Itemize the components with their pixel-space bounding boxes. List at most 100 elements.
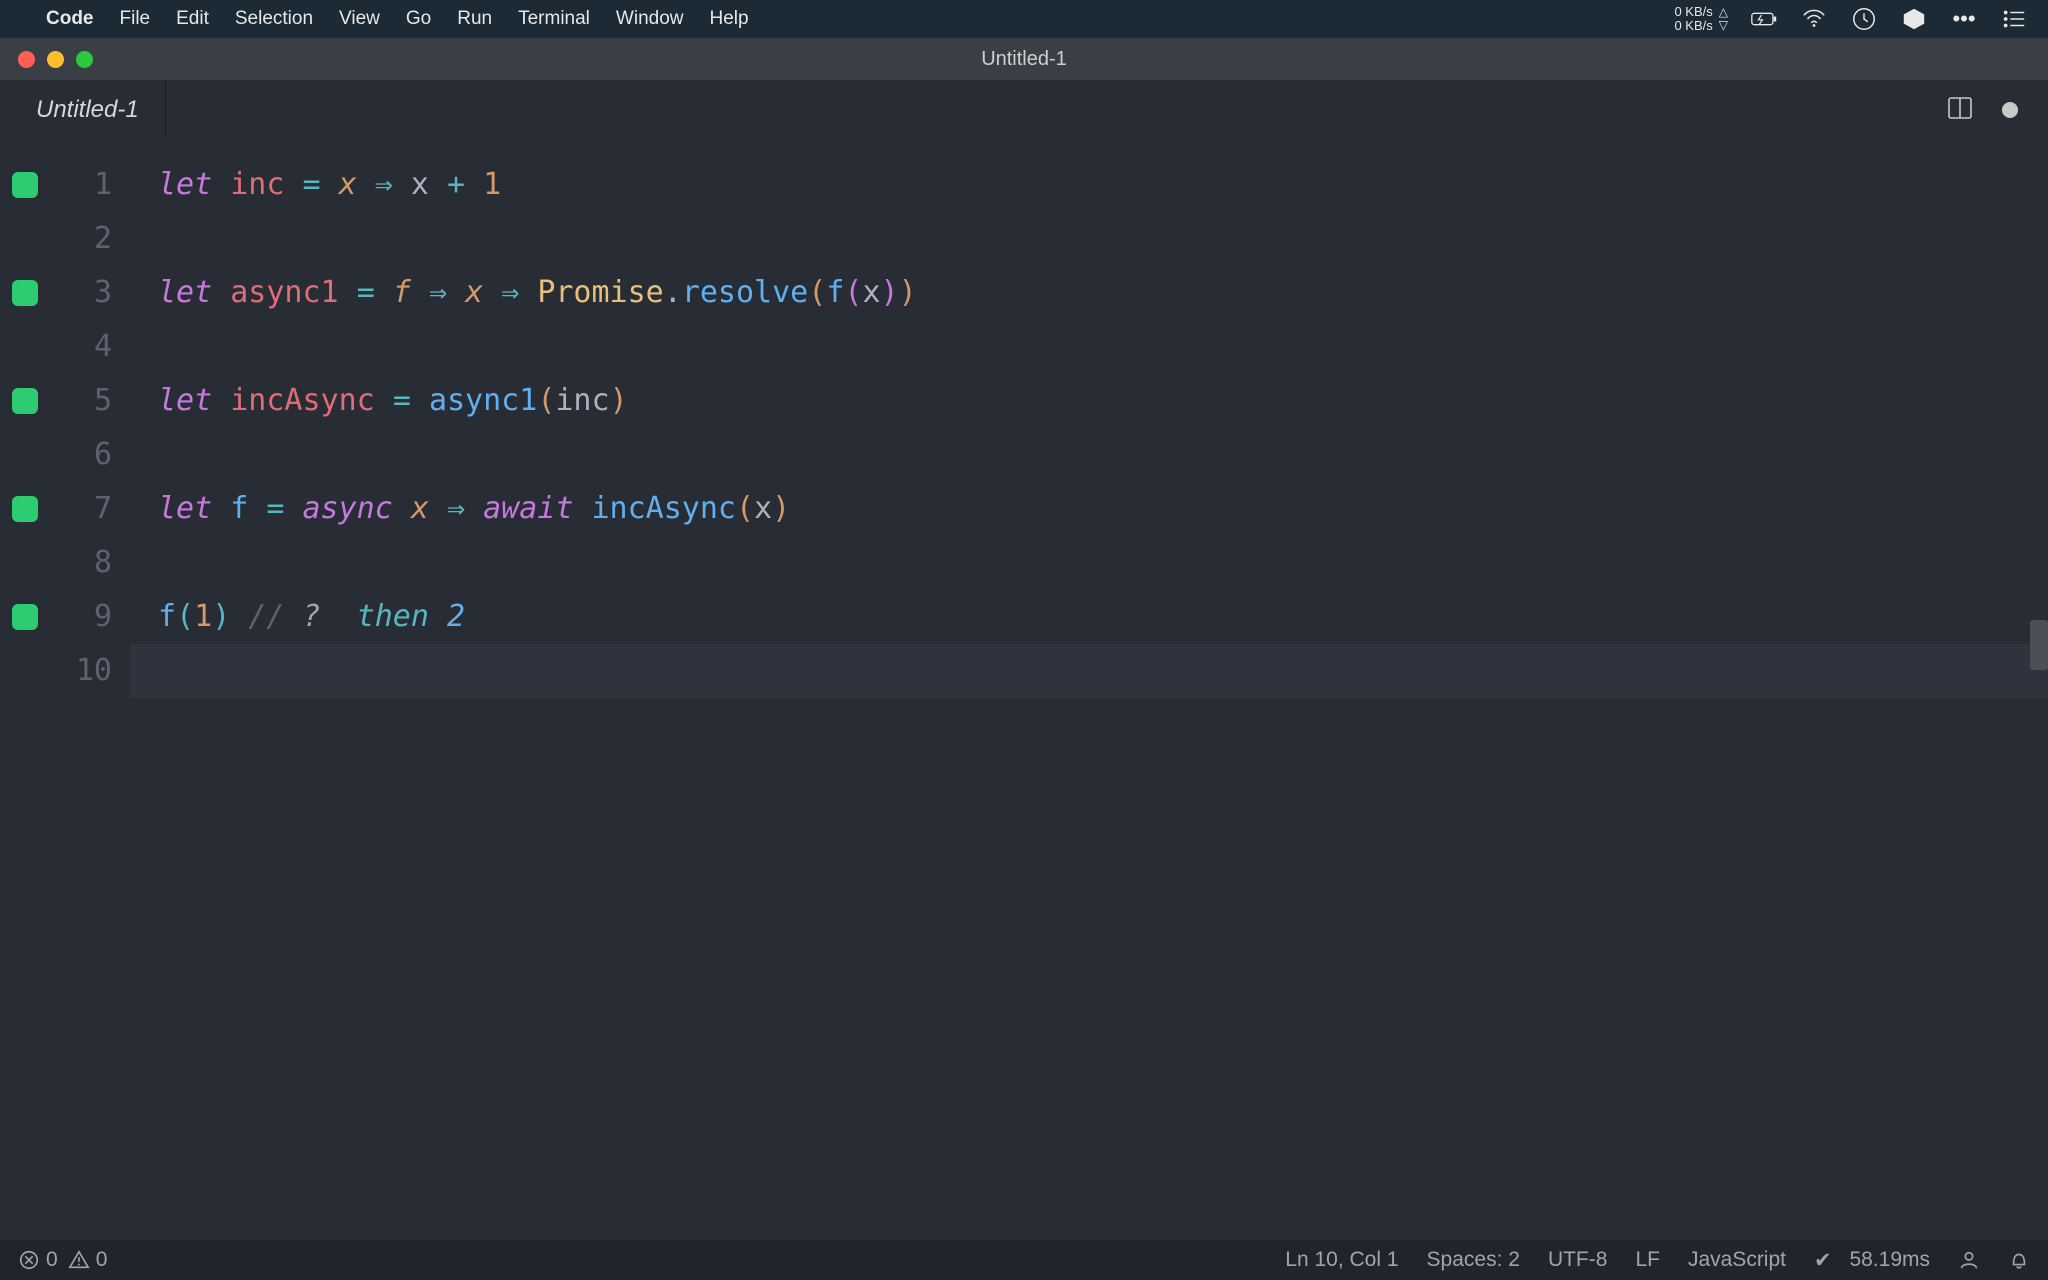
gutter-marks bbox=[0, 140, 50, 1240]
token-quokka-num: 2 bbox=[447, 599, 465, 634]
token-param: x bbox=[339, 167, 357, 202]
ellipsis-icon[interactable]: ••• bbox=[1950, 5, 1978, 33]
token-func: incAsync bbox=[592, 491, 737, 526]
token-param: x bbox=[465, 275, 483, 310]
code-line[interactable]: let inc = x ⇒ x + 1 bbox=[130, 158, 2048, 212]
token-num: 1 bbox=[483, 167, 501, 202]
tab-dirty-indicator[interactable] bbox=[2002, 102, 2018, 118]
gutter-mark bbox=[0, 212, 50, 266]
status-errors[interactable]: 0 bbox=[18, 1248, 58, 1272]
menubar-item-view[interactable]: View bbox=[339, 8, 380, 30]
status-language[interactable]: JavaScript bbox=[1688, 1248, 1786, 1272]
gutter-mark bbox=[0, 536, 50, 590]
menubar-item-go[interactable]: Go bbox=[406, 8, 431, 30]
menubar-item-selection[interactable]: Selection bbox=[235, 8, 313, 30]
line-number: 9 bbox=[50, 590, 112, 644]
token-paren: ) bbox=[610, 383, 628, 418]
token-op: ⇒ bbox=[429, 275, 447, 310]
token-func: f bbox=[230, 491, 248, 526]
window-title: Untitled-1 bbox=[0, 48, 2048, 71]
code-line[interactable] bbox=[130, 428, 2048, 482]
split-editor-icon[interactable] bbox=[1946, 94, 1974, 127]
token-op: ⇒ bbox=[501, 275, 519, 310]
token-param: f bbox=[393, 275, 411, 310]
status-errors-count: 0 bbox=[46, 1248, 58, 1272]
menubar-item-terminal[interactable]: Terminal bbox=[518, 8, 590, 30]
statusbar: 0 0 Ln 10, Col 1 Spaces: 2 UTF-8 LF Java… bbox=[0, 1240, 2048, 1280]
tab-label: Untitled-1 bbox=[36, 96, 139, 124]
quokka-cover-icon bbox=[12, 388, 38, 414]
line-number: 3 bbox=[50, 266, 112, 320]
gutter-mark bbox=[0, 482, 50, 536]
gutter-mark bbox=[0, 644, 50, 698]
token-punct: . bbox=[664, 275, 682, 310]
editor[interactable]: 12345678910 let inc = x ⇒ x + 1let async… bbox=[0, 140, 2048, 1240]
code-line[interactable]: let incAsync = async1(inc) bbox=[130, 374, 2048, 428]
line-number: 8 bbox=[50, 536, 112, 590]
token-kw: let bbox=[158, 383, 212, 418]
net-down: 0 KB/s bbox=[1674, 19, 1712, 33]
code-area[interactable]: let inc = x ⇒ x + 1let async1 = f ⇒ x ⇒ … bbox=[130, 140, 2048, 1240]
window-titlebar: Untitled-1 bbox=[0, 38, 2048, 80]
code-line[interactable]: f(1) // ? then 2 bbox=[130, 590, 2048, 644]
token-op: = bbox=[303, 167, 321, 202]
status-spaces[interactable]: Spaces: 2 bbox=[1427, 1248, 1520, 1272]
token-kw: let bbox=[158, 275, 212, 310]
token-paren3: ) bbox=[212, 599, 230, 634]
token-paren2: ( bbox=[844, 275, 862, 310]
token-paren: ( bbox=[808, 275, 826, 310]
line-number: 10 bbox=[50, 644, 112, 698]
gutter-mark bbox=[0, 428, 50, 482]
token-op: = bbox=[357, 275, 375, 310]
quokka-cover-icon bbox=[12, 604, 38, 630]
token-comment: // bbox=[248, 599, 284, 634]
menu-list-icon[interactable] bbox=[2000, 5, 2028, 33]
menubar-item-file[interactable]: File bbox=[120, 8, 151, 30]
token-ident: inc bbox=[230, 167, 284, 202]
status-encoding[interactable]: UTF-8 bbox=[1548, 1248, 1608, 1272]
cube-icon[interactable] bbox=[1900, 5, 1928, 33]
status-ln-col[interactable]: Ln 10, Col 1 bbox=[1285, 1248, 1398, 1272]
code-line[interactable] bbox=[130, 320, 2048, 374]
token-ident: incAsync bbox=[230, 383, 375, 418]
scrollbar-thumb[interactable] bbox=[2030, 620, 2048, 670]
menubar-item-help[interactable]: Help bbox=[710, 8, 749, 30]
status-account-icon[interactable] bbox=[1958, 1249, 1980, 1271]
tab-untitled-1[interactable]: Untitled-1 bbox=[10, 80, 166, 140]
line-number: 7 bbox=[50, 482, 112, 536]
status-bell-icon[interactable] bbox=[2008, 1249, 2030, 1271]
menubar-item-edit[interactable]: Edit bbox=[176, 8, 209, 30]
clock-icon[interactable] bbox=[1850, 5, 1878, 33]
menubar-item-window[interactable]: Window bbox=[616, 8, 684, 30]
gutter-mark bbox=[0, 590, 50, 644]
status-warnings-count: 0 bbox=[96, 1248, 108, 1272]
menubar-item-run[interactable]: Run bbox=[457, 8, 492, 30]
status-eol[interactable]: LF bbox=[1635, 1248, 1660, 1272]
token-paren2: ) bbox=[881, 275, 899, 310]
code-line[interactable]: let async1 = f ⇒ x ⇒ Promise.resolve(f(x… bbox=[130, 266, 2048, 320]
line-numbers: 12345678910 bbox=[50, 140, 130, 1240]
code-line[interactable] bbox=[130, 212, 2048, 266]
check-icon: ✔ bbox=[1814, 1248, 1832, 1273]
wifi-icon[interactable] bbox=[1800, 5, 1828, 33]
menubar-app[interactable]: Code bbox=[46, 8, 94, 30]
token-kw: let bbox=[158, 167, 212, 202]
quokka-cover-icon bbox=[12, 280, 38, 306]
token-paren: ( bbox=[537, 383, 555, 418]
token-kw2: async bbox=[303, 491, 393, 526]
token-ident2: inc bbox=[555, 383, 609, 418]
code-line[interactable] bbox=[130, 644, 2048, 698]
code-line[interactable] bbox=[130, 536, 2048, 590]
token-op: = bbox=[266, 491, 284, 526]
token-paren: ) bbox=[772, 491, 790, 526]
line-number: 1 bbox=[50, 158, 112, 212]
status-quokka-timing[interactable]: ✔ 58.19ms bbox=[1814, 1248, 1930, 1273]
token-param: x bbox=[411, 491, 429, 526]
line-number: 6 bbox=[50, 428, 112, 482]
editor-tabbar: Untitled-1 bbox=[0, 80, 2048, 140]
code-line[interactable]: let f = async x ⇒ await incAsync(x) bbox=[130, 482, 2048, 536]
status-warnings[interactable]: 0 bbox=[68, 1248, 108, 1272]
battery-charging-icon[interactable] bbox=[1750, 5, 1778, 33]
token-paren3: ( bbox=[176, 599, 194, 634]
quokka-cover-icon bbox=[12, 496, 38, 522]
